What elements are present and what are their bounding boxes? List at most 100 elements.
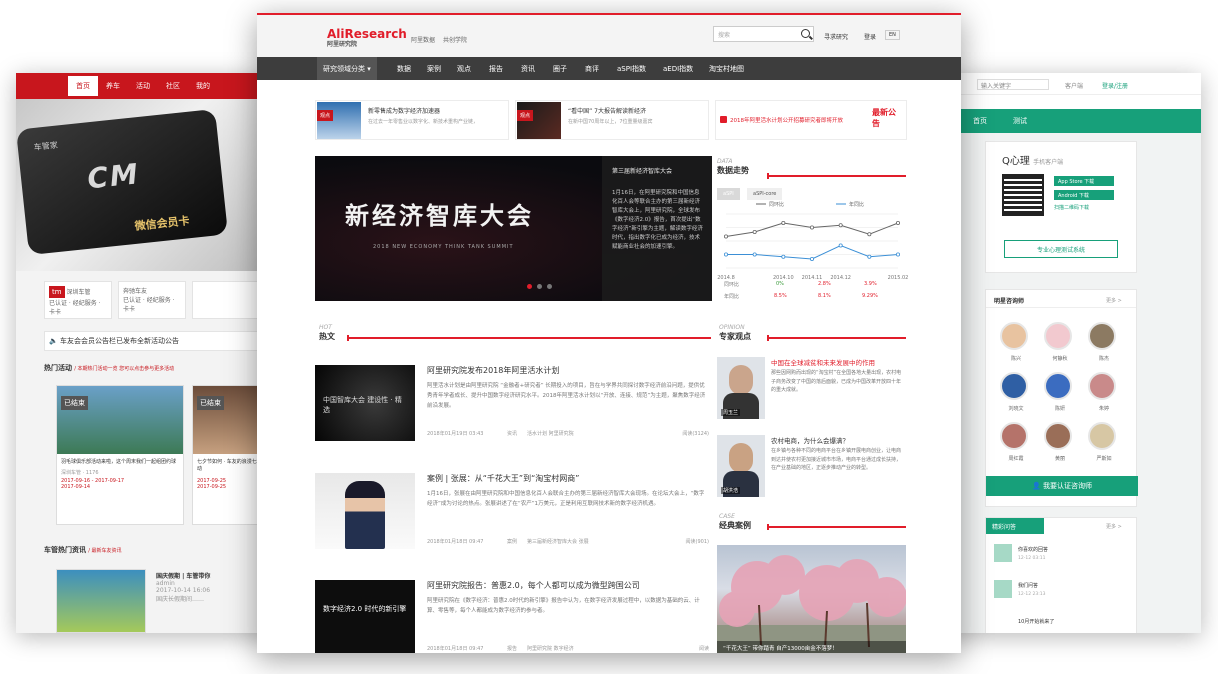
appstore-button[interactable]: App Store 下载	[1054, 176, 1114, 186]
article-1-title[interactable]: 阿里研究院发布2018年阿里活水计划	[427, 365, 559, 376]
counselor-avatar-3[interactable]: 陈杰	[1088, 322, 1116, 362]
case-image[interactable]: “千花大王” 带你踏青 自产13000亩金不落梦！	[717, 545, 906, 653]
header-link-1[interactable]: 阿里数据	[411, 35, 435, 44]
menu-opinions[interactable]: 观点	[457, 64, 471, 74]
chart-point-s1-2[interactable]	[752, 230, 757, 235]
article-2-category[interactable]: 案例	[507, 538, 517, 545]
menu-cases[interactable]: 案例	[427, 64, 441, 74]
article-1-tags[interactable]: 活水计划 阿里研究院	[527, 430, 574, 437]
language-select[interactable]: EN	[885, 30, 900, 40]
opinion-2[interactable]: 胡洪浩 农村电商，为什么会爆满？ 在乡镇与各种不同的电商平台在乡镇开展电商创业，…	[717, 435, 907, 505]
article-2[interactable]: 案例 | 张展：从“千花大王”到“淘宝村网商” 1月16日，张展在由阿里研究院和…	[315, 473, 713, 553]
chart-point-s2-7[interactable]	[895, 252, 900, 257]
header-right-1[interactable]: 寻求研究	[824, 32, 848, 41]
news-image[interactable]	[56, 569, 146, 633]
app-subtitle: 手机客户端	[1033, 159, 1064, 166]
counselor-avatar-1[interactable]: 陈兴	[1000, 322, 1028, 362]
counselor-more-link[interactable]: 更多 >	[1106, 297, 1122, 304]
right-menu-test[interactable]: 测试	[1013, 116, 1027, 126]
article-3[interactable]: 数字经济2.0 时代的新引擎 阿里研究院报告：普惠2.0，每个人都可以成为微型跨…	[315, 580, 713, 653]
android-button[interactable]: Android 下载	[1054, 190, 1114, 200]
chart-point-s2-2[interactable]	[752, 252, 757, 257]
brand-note-1: 已认证 · 经纪服务 · 卡卡	[49, 300, 101, 316]
left-nav-car[interactable]: 养车	[98, 76, 128, 96]
left-nav-mine[interactable]: 我的	[188, 76, 218, 96]
chart-point-s2-1[interactable]	[723, 252, 728, 257]
menu-news[interactable]: 资讯	[521, 64, 535, 74]
news-box-1[interactable]: 观点 新零售成为数字经济加速器 在过去一年零售业以数字化、新技术重构产业链，	[315, 100, 509, 140]
counselor-avatar-2[interactable]: 何静秋	[1044, 322, 1072, 362]
header-link-2[interactable]: 共创学院	[443, 35, 467, 44]
menu-research-category[interactable]: 研究领域分类 ▾	[317, 57, 377, 80]
qa-item-1[interactable]: 你喜欢的回答	[1018, 546, 1048, 553]
qa-more-link[interactable]: 更多 >	[1106, 523, 1122, 530]
article-2-date: 2018年01月18日 09:47	[427, 539, 484, 545]
counselor-avatar-5[interactable]: 陈妍	[1044, 372, 1072, 412]
menu-aspi[interactable]: aSPI指数	[617, 64, 646, 74]
aliresearch-logo[interactable]: AliResearch 阿里研究院	[327, 27, 407, 48]
article-2-tags[interactable]: 第三届新经济智库大会 张展	[527, 538, 589, 545]
left-hero-banner[interactable]: 车管家 CM 微信会员卡	[16, 99, 272, 271]
qa-item-3[interactable]: 10月开始就来了	[1018, 618, 1054, 625]
right-top-link-login[interactable]: 登录/注册	[1102, 81, 1128, 90]
left-news-date: 2017-10-14 16:06	[156, 587, 211, 594]
chart-point-s2-3[interactable]	[781, 254, 786, 259]
chart-point-s1-5[interactable]	[838, 223, 843, 228]
opinion-1-title[interactable]: 中国在全球减贫和未来发展中的作用	[771, 357, 875, 367]
counselor-name-2: 何静秋	[1052, 356, 1068, 362]
news-box-1-tag: 观点	[317, 110, 334, 121]
news-box-2[interactable]: 观点 “看中国” 7大报告解读新经济 在新中国70周年以上，7位重量级嘉宾	[515, 100, 709, 140]
counselor-avatar-4[interactable]: 刘晓文	[1000, 372, 1028, 412]
opinion-1[interactable]: 周玉兰 中国在全球减贫和未来发展中的作用 那些因网购而出现的“淘宝村”在全国各地…	[717, 357, 907, 427]
article-3-tags[interactable]: 阿里研究院 数字经济	[527, 645, 574, 652]
counselor-avatar-9[interactable]: 严斯如	[1088, 422, 1116, 462]
brand-card-2[interactable]: 奔驰车友 已认证 · 经纪服务 · 卡卡	[118, 281, 186, 319]
certify-counselor-button[interactable]: 👤 我要认证咨询师	[986, 476, 1138, 496]
left-nav-community[interactable]: 社区	[158, 76, 188, 96]
search-icon[interactable]	[801, 29, 810, 38]
menu-business-review[interactable]: 商评	[585, 64, 599, 74]
activity-card-1[interactable]: 已结束 羽毛球俱乐部活动来啦，这个周末我们一起组团约球 深圳车管 · 1176 …	[56, 385, 184, 525]
chart-point-s1-7[interactable]	[895, 220, 900, 225]
right-top-link-app[interactable]: 客户端	[1065, 81, 1083, 90]
menu-circles[interactable]: 圈子	[553, 64, 567, 74]
article-2-title[interactable]: 案例 | 张展：从“千花大王”到“淘宝村网商”	[427, 473, 579, 484]
brand-card-3[interactable]	[192, 281, 260, 319]
article-1-category[interactable]: 资讯	[507, 430, 517, 437]
carousel-dot-3[interactable]	[547, 284, 552, 289]
chart-point-s1-6[interactable]	[867, 232, 872, 237]
brand-card-1[interactable]: tm 深圳车管 已认证 · 经纪服务 · 卡卡	[44, 281, 112, 319]
carousel-dot-1[interactable]	[527, 284, 532, 289]
activity-1-date-end: 2017-09-17	[95, 478, 125, 484]
counselor-avatar-6[interactable]: 朱婷	[1088, 372, 1116, 412]
chart-point-s2-4[interactable]	[810, 257, 815, 262]
left-news-title[interactable]: 国庆假期 | 车管带你	[156, 573, 210, 580]
test-system-button[interactable]: 专业心理测试系统	[1004, 240, 1118, 258]
login-link[interactable]: 登录	[864, 32, 876, 41]
counselor-avatar-7[interactable]: 周红霞	[1000, 422, 1028, 462]
qa-item-2[interactable]: 我们问答	[1018, 582, 1038, 589]
left-nav-home[interactable]: 首页	[68, 76, 98, 96]
right-search-input[interactable]: 输入关键字	[977, 79, 1049, 90]
center-search-input[interactable]: 搜索	[713, 26, 814, 42]
chart-point-s1-4[interactable]	[810, 225, 815, 230]
counselor-avatar-8[interactable]: 黄丽	[1044, 422, 1072, 462]
opinion-2-title[interactable]: 农村电商，为什么会爆满？	[771, 435, 849, 445]
chart-point-s2-6[interactable]	[867, 254, 872, 259]
chart-point-s2-5[interactable]	[838, 243, 843, 248]
article-3-title[interactable]: 阿里研究院报告：普惠2.0，每个人都可以成为微型跨国公司	[427, 580, 640, 591]
right-menu-home[interactable]: 首页	[973, 116, 987, 126]
carousel-dot-2[interactable]	[537, 284, 542, 289]
notice-box[interactable]: 2018年阿里活水计划公开招募研究者即将开放 最新公告	[715, 100, 907, 140]
chart-point-s1-1[interactable]	[723, 234, 728, 239]
menu-data[interactable]: 数据	[397, 64, 411, 74]
menu-aedi[interactable]: aEDI指数	[663, 64, 693, 74]
left-nav-events[interactable]: 活动	[128, 76, 158, 96]
menu-reports[interactable]: 报告	[489, 64, 503, 74]
scan-download-link[interactable]: 扫描二维码下载	[1054, 204, 1089, 211]
summit-banner[interactable]: 新经济智库大会 2018 NEW ECONOMY THINK TANK SUMM…	[315, 156, 712, 301]
menu-taobao-village-map[interactable]: 淘宝村地图	[709, 64, 744, 74]
chart-point-s1-3[interactable]	[781, 220, 786, 225]
article-3-category[interactable]: 报告	[507, 645, 517, 652]
article-1[interactable]: 中国智库大会 建设性 · 精选 阿里研究院发布2018年阿里活水计划 阿里活水计…	[315, 365, 713, 445]
